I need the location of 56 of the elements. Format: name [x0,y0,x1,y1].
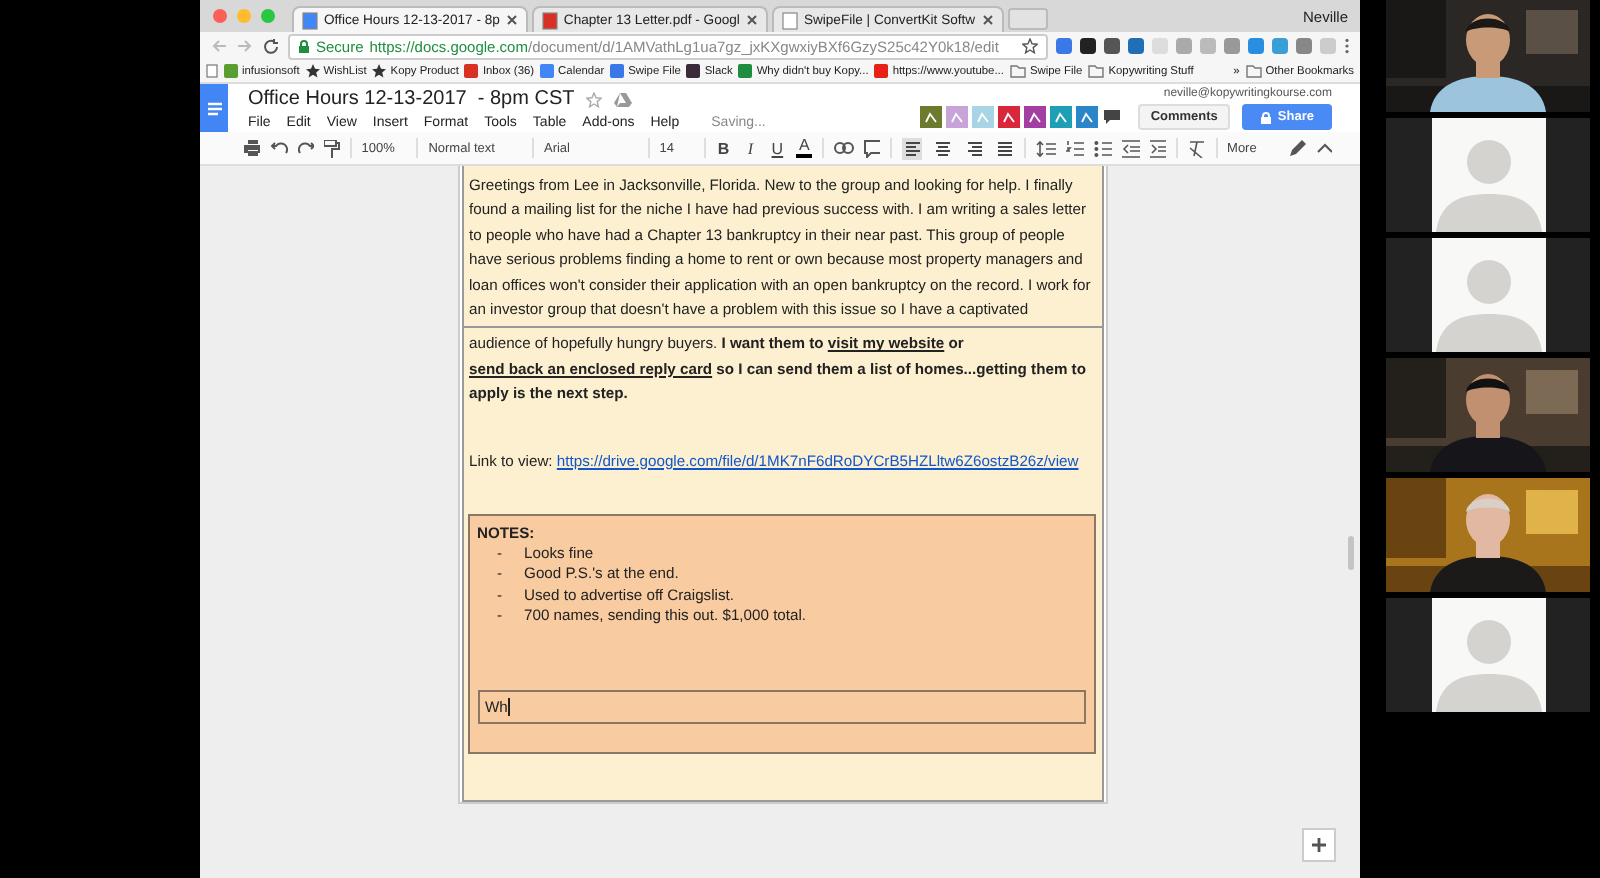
increase-indent-icon[interactable] [1149,139,1167,157]
document-title[interactable]: Office Hours 12-13-2017 - 8pm CST [248,88,575,110]
reload-icon[interactable] [262,37,280,55]
add-on-icon[interactable] [1076,106,1099,128]
add-on-icon[interactable] [998,106,1021,128]
align-button[interactable] [993,137,1015,159]
clear-formatting-icon[interactable] [1188,139,1206,157]
line-spacing-icon[interactable] [1036,139,1056,157]
folder-icon [1245,64,1262,78]
document-icon [302,11,318,29]
comment-icon[interactable] [863,139,881,157]
drive-icon[interactable] [614,91,633,107]
lock-icon [298,39,310,53]
extension-icon[interactable] [1104,38,1120,54]
print-icon[interactable] [244,140,261,156]
more-icon[interactable] [1344,38,1350,54]
star-icon[interactable] [586,91,603,107]
align-button[interactable] [932,137,954,159]
comment-icon[interactable] [1102,108,1123,126]
close-icon[interactable] [981,14,994,26]
avatar-icon [1431,118,1545,232]
star-icon[interactable] [1022,38,1038,54]
star-icon [305,64,320,78]
format-button[interactable]: B [715,139,733,157]
undo-icon[interactable] [270,140,288,156]
redo-icon[interactable] [297,140,315,156]
align-button[interactable] [963,137,984,159]
add-on-icon[interactable] [1024,106,1047,128]
align-button[interactable] [902,137,923,159]
pencil-icon[interactable] [1288,139,1306,157]
document-icon [541,11,558,29]
extension-icon[interactable] [1080,38,1096,54]
scrollbar[interactable] [1348,536,1354,570]
collapse-icon[interactable] [1315,142,1333,154]
paint-format-icon[interactable] [324,139,340,157]
bulleted-list-icon[interactable] [1093,139,1113,157]
plus-icon [1310,836,1328,854]
format-button[interactable]: A [795,138,813,158]
star-icon [372,64,387,78]
numbered-list-icon[interactable] [1065,139,1084,157]
explore-button[interactable] [1302,828,1336,862]
format-button[interactable]: U [768,139,786,157]
link-icon[interactable] [834,142,854,154]
table-cell[interactable] [461,328,1103,802]
folder-icon [1088,64,1105,78]
folder-icon [1009,64,1026,78]
avatar-icon [1431,238,1545,352]
lock-icon [1259,111,1272,123]
add-on-icon[interactable] [1050,106,1073,128]
avatar-icon [1431,598,1545,712]
format-button[interactable]: I [742,139,759,157]
decrease-indent-icon[interactable] [1122,139,1140,157]
docs-logo-icon[interactable] [200,84,228,132]
close-icon[interactable] [745,14,758,26]
add-on-icon[interactable] [920,106,943,128]
close-icon[interactable] [505,14,518,26]
